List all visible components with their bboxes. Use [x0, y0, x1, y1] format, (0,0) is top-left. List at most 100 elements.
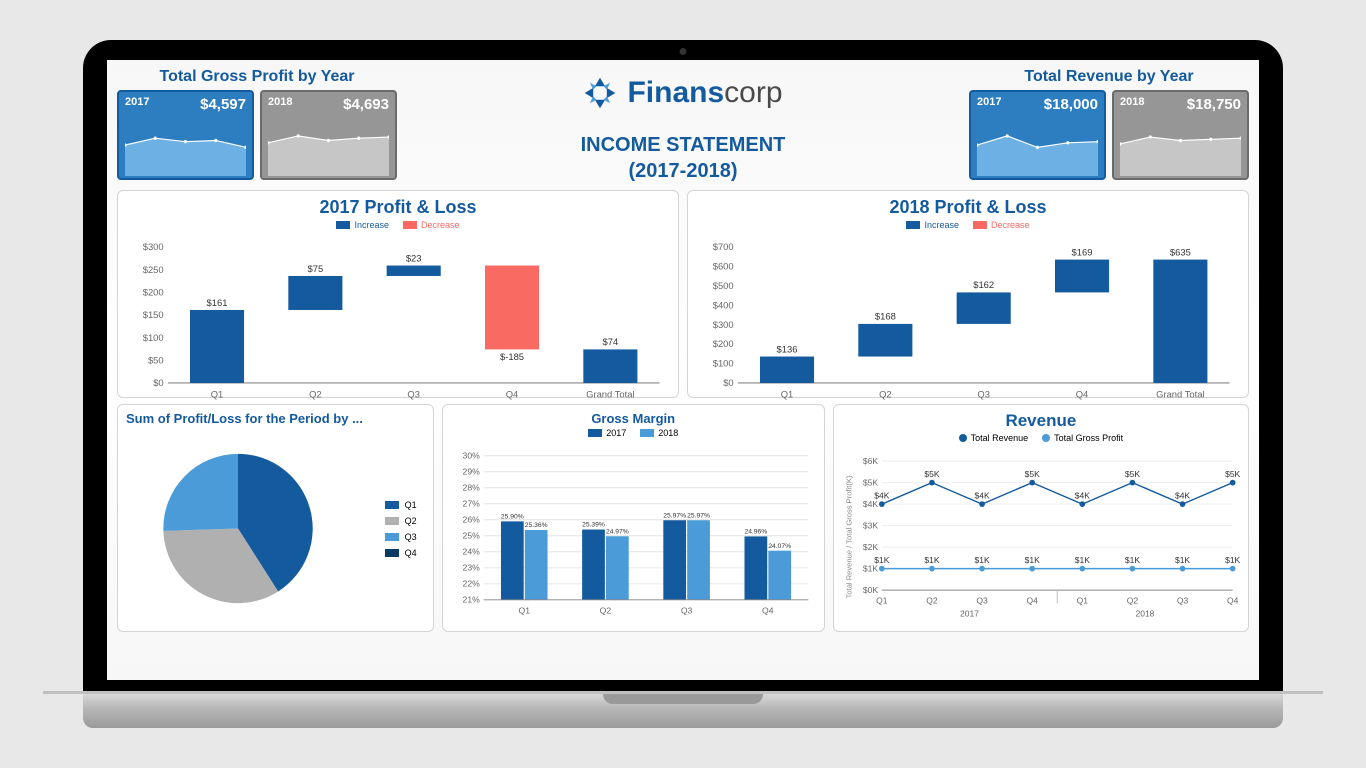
- svg-text:$5K: $5K: [1024, 469, 1039, 479]
- svg-text:23%: 23%: [462, 563, 480, 573]
- svg-text:$1K: $1K: [1024, 555, 1039, 565]
- kpi-title-gross-profit: Total Gross Profit by Year: [117, 68, 397, 86]
- top-row: Total Gross Profit by Year 2017 $4,597: [117, 68, 1249, 184]
- kpi-pair: 2017 $18,000: [969, 90, 1249, 180]
- svg-text:30%: 30%: [462, 451, 480, 461]
- kpi-group-gross-profit: Total Gross Profit by Year 2017 $4,597: [117, 68, 397, 180]
- header-center: Finanscorp INCOME STATEMENT (2017-2018): [405, 68, 961, 184]
- svg-text:29%: 29%: [462, 467, 480, 477]
- svg-text:$75: $75: [308, 263, 324, 274]
- svg-text:$1K: $1K: [1225, 555, 1240, 565]
- panel-title: 2017 Profit & Loss: [126, 197, 670, 218]
- svg-text:24.96%: 24.96%: [744, 529, 767, 536]
- svg-text:$162: $162: [973, 279, 994, 290]
- svg-text:25%: 25%: [462, 531, 480, 541]
- mid-row: 2017 Profit & Loss Increase Decrease $0 $…: [117, 190, 1249, 398]
- dashboard: Total Gross Profit by Year 2017 $4,597: [107, 60, 1259, 680]
- kpi-year: 2017: [125, 96, 149, 113]
- svg-text:$700: $700: [713, 241, 734, 252]
- svg-text:$250: $250: [143, 264, 164, 275]
- svg-text:Q3: Q3: [977, 389, 990, 400]
- svg-text:$136: $136: [777, 343, 798, 354]
- brand-name: Finanscorp: [627, 76, 782, 110]
- svg-text:$1K: $1K: [1175, 555, 1190, 565]
- kpi-value: $18,000: [1044, 96, 1098, 113]
- legend-2017[interactable]: 2017: [588, 428, 626, 438]
- pie-legend-item[interactable]: Q4: [385, 548, 417, 558]
- svg-text:$50: $50: [148, 354, 164, 365]
- svg-text:$0K: $0K: [863, 585, 878, 595]
- svg-text:$200: $200: [713, 338, 734, 349]
- page-title: INCOME STATEMENT (2017-2018): [405, 132, 961, 184]
- svg-text:Q2: Q2: [1126, 595, 1138, 605]
- laptop-base: [83, 694, 1283, 728]
- bottom-row: Sum of Profit/Loss for the Period by ...…: [117, 404, 1249, 632]
- svg-text:$0: $0: [723, 377, 733, 388]
- brand-icon: [583, 76, 617, 110]
- panel-title: Sum of Profit/Loss for the Period by ...: [126, 411, 425, 426]
- svg-text:$4K: $4K: [1175, 490, 1190, 500]
- legend-increase[interactable]: Increase: [336, 220, 389, 230]
- pie-chart[interactable]: Q1 Q2 Q3 Q4: [126, 430, 425, 627]
- svg-text:Q2: Q2: [926, 595, 938, 605]
- panel-pl-2018: 2018 Profit & Loss Increase Decrease $0$…: [687, 190, 1249, 398]
- legend-2018[interactable]: 2018: [640, 428, 678, 438]
- panel-title: Gross Margin: [451, 411, 816, 426]
- svg-text:28%: 28%: [462, 483, 480, 493]
- svg-text:$150: $150: [143, 309, 164, 320]
- sparkline-chart: [268, 113, 389, 176]
- sparkline-chart: [977, 113, 1098, 176]
- waterfall-chart-2017[interactable]: $0$50$100$150$200$250$300$161Q1$75Q2$23Q…: [126, 234, 670, 406]
- line-chart-revenue[interactable]: $0K$1K$2K$3K$4K$5K$6KTotal Revenue / Tot…: [842, 447, 1240, 627]
- kpi-year: 2018: [268, 96, 292, 113]
- bar-chart-gross-margin[interactable]: 21%22%23%24%25%26%27%28%29%30%25.90%25.3…: [451, 442, 816, 627]
- svg-text:25.39%: 25.39%: [582, 522, 605, 529]
- kpi-card-rev-2017[interactable]: 2017 $18,000: [969, 90, 1106, 180]
- pie-legend: Q1 Q2 Q3 Q4: [385, 494, 417, 564]
- svg-text:24%: 24%: [462, 547, 480, 557]
- svg-text:$0: $0: [153, 377, 163, 388]
- svg-text:$5K: $5K: [1225, 469, 1240, 479]
- legend-decrease[interactable]: Decrease: [973, 220, 1030, 230]
- kpi-card-gross-2018[interactable]: 2018 $4,693: [260, 90, 397, 180]
- kpi-year: 2017: [977, 96, 1001, 113]
- svg-text:25.97%: 25.97%: [687, 512, 710, 519]
- panel-pie: Sum of Profit/Loss for the Period by ...…: [117, 404, 434, 632]
- kpi-card-rev-2018[interactable]: 2018 $18,750: [1112, 90, 1249, 180]
- pie-legend-item[interactable]: Q2: [385, 516, 417, 526]
- svg-text:$169: $169: [1072, 246, 1093, 257]
- svg-text:Q1: Q1: [211, 389, 224, 400]
- svg-text:Q4: Q4: [1076, 389, 1089, 400]
- pie-legend-item[interactable]: Q1: [385, 500, 417, 510]
- legend-decrease[interactable]: Decrease: [403, 220, 460, 230]
- kpi-year: 2018: [1120, 96, 1144, 113]
- pie-legend-item[interactable]: Q3: [385, 532, 417, 542]
- legend: Total Revenue Total Gross Profit: [842, 433, 1240, 443]
- panel-gross-margin: Gross Margin 2017 2018 21%22%23%24%25%26…: [442, 404, 825, 632]
- legend-total-gross-profit[interactable]: Total Gross Profit: [1042, 433, 1123, 443]
- svg-text:Q3: Q3: [681, 605, 693, 615]
- svg-text:$5K: $5K: [924, 469, 939, 479]
- waterfall-chart-2018[interactable]: $0$100$200$300$400$500$600$700$136Q1$168…: [696, 234, 1240, 406]
- svg-text:$2K: $2K: [863, 542, 878, 552]
- svg-text:27%: 27%: [462, 499, 480, 509]
- svg-text:Q4: Q4: [762, 605, 774, 615]
- kpi-card-gross-2017[interactable]: 2017 $4,597: [117, 90, 254, 180]
- svg-text:$300: $300: [143, 241, 164, 252]
- panel-pl-2017: 2017 Profit & Loss Increase Decrease $0 $…: [117, 190, 679, 398]
- svg-text:$100: $100: [143, 332, 164, 343]
- laptop-screen: Total Gross Profit by Year 2017 $4,597: [83, 40, 1283, 694]
- svg-text:$74: $74: [603, 336, 619, 347]
- legend-total-revenue[interactable]: Total Revenue: [959, 433, 1029, 443]
- svg-text:Q1: Q1: [781, 389, 794, 400]
- legend: 2017 2018: [451, 428, 816, 438]
- legend: Increase Decrease: [696, 220, 1240, 230]
- svg-text:$400: $400: [713, 299, 734, 310]
- legend-increase[interactable]: Increase: [906, 220, 959, 230]
- svg-text:$23: $23: [406, 252, 422, 263]
- svg-text:Q4: Q4: [1026, 595, 1038, 605]
- svg-text:25.90%: 25.90%: [501, 513, 524, 520]
- svg-text:24.07%: 24.07%: [768, 543, 791, 550]
- brand-logo: Finanscorp: [405, 76, 961, 110]
- svg-text:$600: $600: [713, 261, 734, 272]
